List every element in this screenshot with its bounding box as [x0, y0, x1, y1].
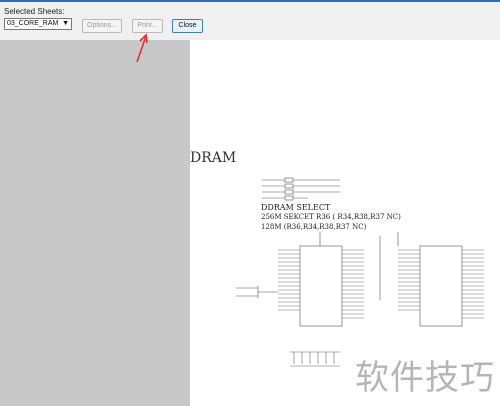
schematic-drawing	[136, 33, 484, 367]
ddr-chip-left	[236, 232, 364, 327]
watermark-text: 软件技巧	[355, 358, 495, 398]
resistor-array	[290, 351, 340, 367]
ddr-chip-right	[379, 232, 484, 327]
resistor-cluster	[262, 177, 340, 201]
annotation-arrow-icon	[136, 33, 148, 63]
